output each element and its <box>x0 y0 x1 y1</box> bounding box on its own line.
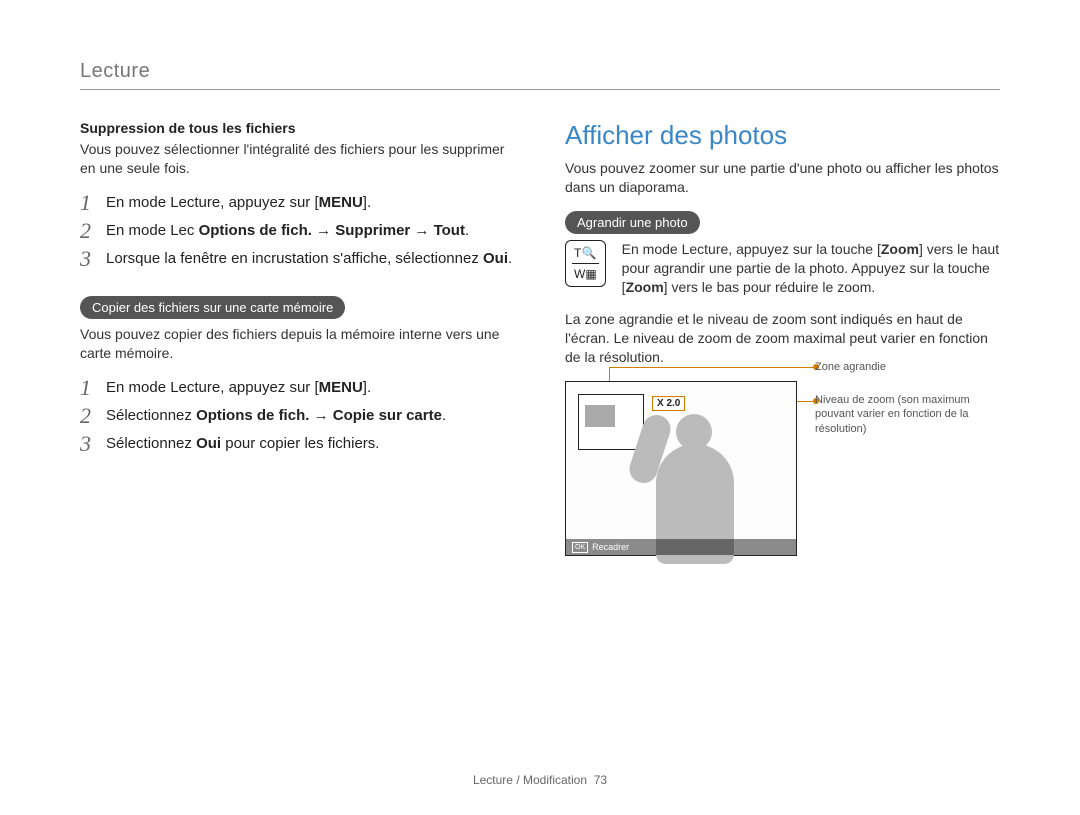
step-pre: Sélectionnez <box>106 407 196 424</box>
zoom-desc-bold2: Zoom <box>626 279 664 295</box>
agrandir-pill: Agrandir une photo <box>565 211 700 234</box>
crop-thumbnail <box>585 405 615 427</box>
delete-all-intro: Vous pouvez sélectionner l'intégralité d… <box>80 140 515 178</box>
step-bold: Options de fich. → Copie sur carte <box>196 407 442 424</box>
step-item: 3 Sélectionnez Oui pour copier les fichi… <box>80 433 515 455</box>
afficher-photos-title: Afficher des photos <box>565 120 1000 151</box>
step-text: Lorsque la fenêtre en incrustation s'aff… <box>106 248 512 270</box>
delete-all-heading: Suppression de tous les fichiers <box>80 120 515 136</box>
right-column: Afficher des photos Vous pouvez zoomer s… <box>565 120 1000 581</box>
zoom-toggle-diagram: T 🔍 W ▦ <box>565 240 606 287</box>
step-bold: MENU <box>319 194 363 211</box>
step-item: 1 En mode Lecture, appuyez sur [MENU]. <box>80 192 515 214</box>
zoom-description: En mode Lecture, appuyez sur la touche [… <box>622 240 1000 297</box>
footer-page-number: 73 <box>594 773 607 787</box>
zoom-level-badge: X 2.0 <box>652 396 685 411</box>
zoom-w-label: W <box>574 267 585 281</box>
step-post: ]. <box>363 194 371 211</box>
left-column: Suppression de tous les fichiers Vous po… <box>80 120 515 581</box>
copy-card-intro: Vous pouvez copier des fichiers depuis l… <box>80 325 515 363</box>
page-section-header: Lecture <box>80 60 1000 83</box>
step-item: 2 Sélectionnez Options de fich. → Copie … <box>80 405 515 427</box>
callout-niveau-zoom: Niveau de zoom (son maximum pouvant vari… <box>815 393 1010 436</box>
zoom-desc-bold1: Zoom <box>881 241 919 257</box>
copy-card-pill: Copier des fichiers sur une carte mémoir… <box>80 296 345 319</box>
page-footer: Lecture / Modification 73 <box>0 773 1080 787</box>
zoom-t-label: T <box>574 246 581 260</box>
afficher-photos-intro: Vous pouvez zoomer sur une partie d'une … <box>565 159 1000 197</box>
step-pre: En mode Lec <box>106 222 199 239</box>
magnifier-icon: 🔍 <box>582 246 597 260</box>
callout-zone-agrandie: Zone agrandie <box>815 361 886 373</box>
step-pre: En mode Lecture, appuyez sur [ <box>106 194 319 211</box>
step-text: Sélectionnez Oui pour copier les fichier… <box>106 433 379 455</box>
step-item: 3 Lorsque la fenêtre en incrustation s'a… <box>80 248 515 270</box>
ok-bar-label: Recadrer <box>592 542 629 552</box>
footer-text: Lecture / Modification <box>473 773 587 787</box>
zoom-crop-box <box>578 394 644 450</box>
zoom-diagram: X 2.0 OK Recadrer Zone agrandie Niveau d… <box>565 381 1000 581</box>
ok-bar: OK Recadrer <box>566 539 796 555</box>
step-number: 3 <box>80 248 96 270</box>
step-number: 2 <box>80 220 96 242</box>
step-number: 2 <box>80 405 96 427</box>
step-post: . <box>508 250 512 267</box>
zoom-after-note: La zone agrandie et le niveau de zoom so… <box>565 310 1000 367</box>
step-post: pour copier les fichiers. <box>221 435 379 452</box>
step-post: . <box>442 407 446 424</box>
step-post: . <box>465 222 469 239</box>
step-bold: Options de fich. → Supprimer → Tout <box>199 222 465 239</box>
screen-frame: X 2.0 OK Recadrer <box>565 381 797 556</box>
step-text: En mode Lecture, appuyez sur [MENU]. <box>106 377 371 399</box>
leader-line <box>609 367 815 368</box>
step-text: En mode Lec Options de fich. → Supprimer… <box>106 220 469 242</box>
step-number: 3 <box>80 433 96 455</box>
photo-silhouette <box>636 414 756 554</box>
zoom-desc-post: ] vers le bas pour réduire le zoom. <box>664 279 876 295</box>
step-bold: MENU <box>319 379 363 396</box>
copy-card-steps: 1 En mode Lecture, appuyez sur [MENU]. 2… <box>80 377 515 455</box>
step-post: ]. <box>363 379 371 396</box>
step-item: 1 En mode Lecture, appuyez sur [MENU]. <box>80 377 515 399</box>
step-pre: Lorsque la fenêtre en incrustation s'aff… <box>106 250 483 267</box>
ok-icon: OK <box>572 542 588 553</box>
delete-all-steps: 1 En mode Lecture, appuyez sur [MENU]. 2… <box>80 192 515 270</box>
zoom-desc-pre: En mode Lecture, appuyez sur la touche [ <box>622 241 881 257</box>
step-number: 1 <box>80 377 96 399</box>
step-bold: Oui <box>196 435 221 452</box>
header-divider <box>80 89 1000 90</box>
step-text: Sélectionnez Options de fich. → Copie su… <box>106 405 446 427</box>
step-pre: Sélectionnez <box>106 435 196 452</box>
step-pre: En mode Lecture, appuyez sur [ <box>106 379 319 396</box>
step-number: 1 <box>80 192 96 214</box>
step-bold: Oui <box>483 250 508 267</box>
step-item: 2 En mode Lec Options de fich. → Supprim… <box>80 220 515 242</box>
grid-icon: ▦ <box>585 267 596 281</box>
step-text: En mode Lecture, appuyez sur [MENU]. <box>106 192 371 214</box>
